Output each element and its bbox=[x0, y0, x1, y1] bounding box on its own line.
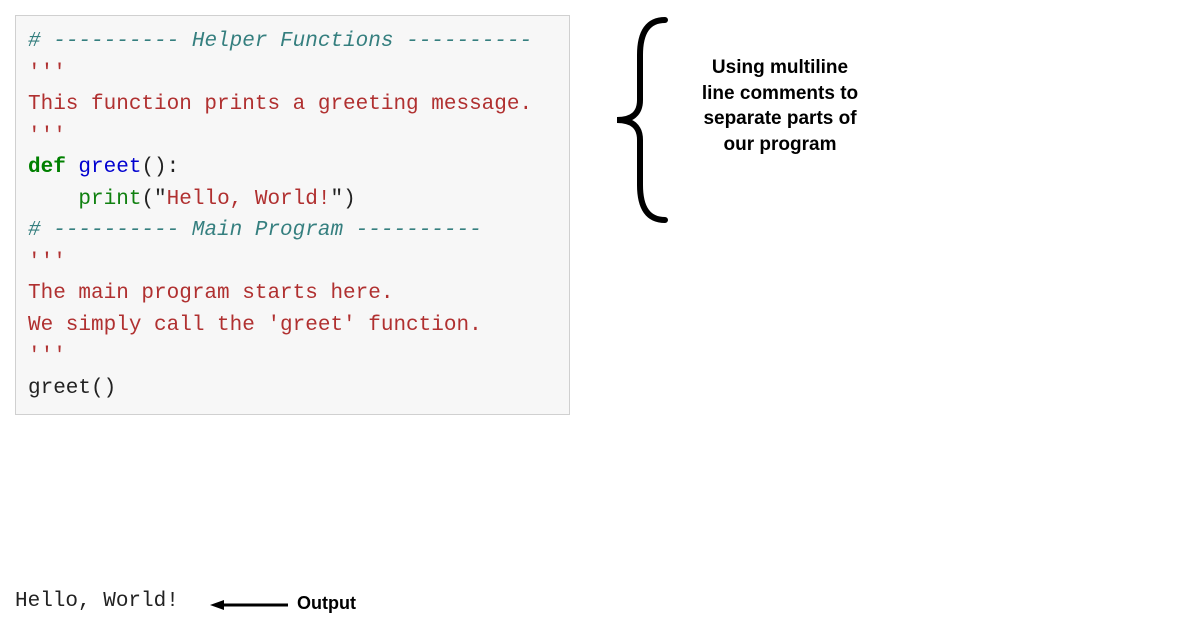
docstring-text-1: This function prints a greeting message. bbox=[28, 89, 557, 121]
code-block: # ---------- Helper Functions ----------… bbox=[15, 15, 570, 415]
arrow-left-icon bbox=[210, 599, 290, 611]
print-line: print("Hello, World!") bbox=[28, 184, 557, 216]
docstring-text-2b: We simply call the 'greet' function. bbox=[28, 310, 557, 342]
section-header-1: # ---------- Helper Functions ---------- bbox=[28, 26, 557, 58]
docstring-text-2a: The main program starts here. bbox=[28, 278, 557, 310]
output-text: Hello, World! bbox=[15, 590, 179, 613]
annotation-multiline: Using multiline line comments to separat… bbox=[695, 55, 865, 158]
docstring-close-1: ''' bbox=[28, 121, 557, 153]
docstring-open-2: ''' bbox=[28, 247, 557, 279]
docstring-open-1: ''' bbox=[28, 58, 557, 90]
docstring-close-2: ''' bbox=[28, 341, 557, 373]
curly-brace-icon bbox=[605, 15, 685, 225]
call-line: greet() bbox=[28, 373, 557, 405]
annotation-output-label: Output bbox=[297, 593, 356, 614]
section-header-2: # ---------- Main Program ---------- bbox=[28, 215, 557, 247]
def-line: def greet(): bbox=[28, 152, 557, 184]
